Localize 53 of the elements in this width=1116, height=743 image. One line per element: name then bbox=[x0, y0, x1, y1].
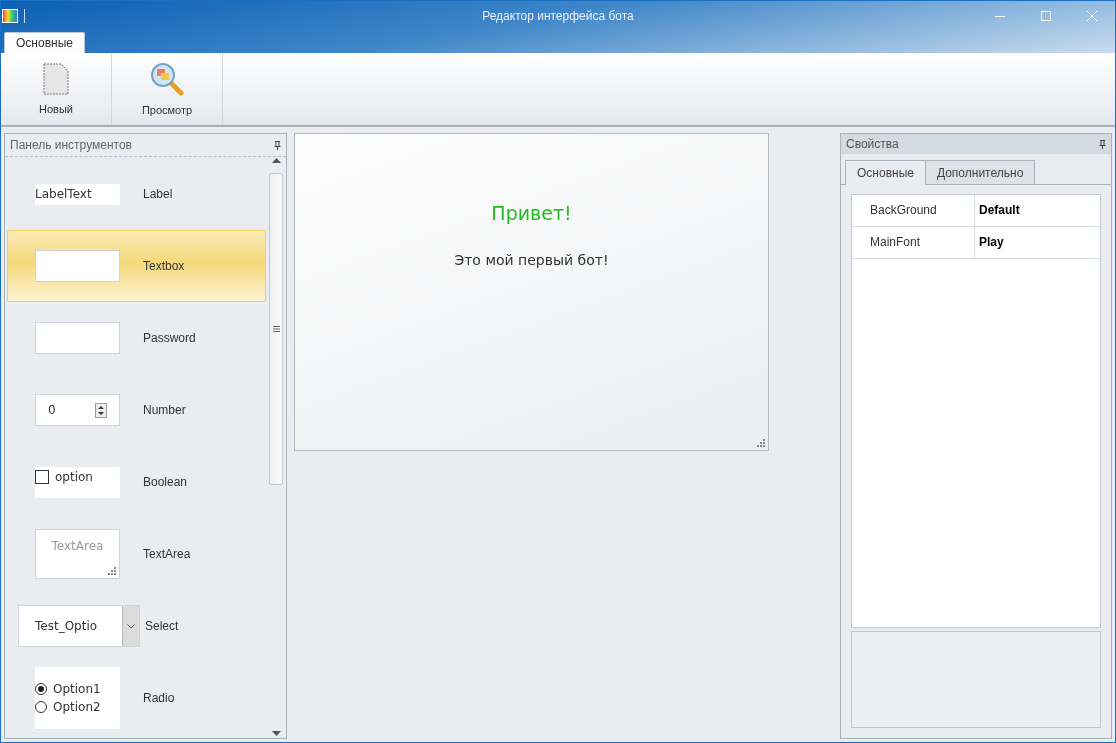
textarea-placeholder: TextArea bbox=[51, 539, 104, 553]
greeting-heading: Привет! bbox=[491, 202, 572, 224]
toolbox-item[interactable]: LabelText Label bbox=[7, 158, 266, 230]
spinner-icon bbox=[95, 402, 107, 418]
grip-icon bbox=[107, 566, 116, 575]
label-preview: LabelText bbox=[35, 183, 120, 205]
ribbon-button[interactable]: Новый bbox=[31, 59, 81, 119]
panel-title: Панель инструментов bbox=[10, 138, 132, 152]
scroll-up-icon[interactable] bbox=[271, 158, 281, 163]
resize-grip-icon bbox=[756, 438, 765, 447]
pin-icon[interactable] bbox=[1099, 139, 1106, 149]
caret-icon bbox=[127, 623, 135, 629]
ribbon-tab[interactable]: Основные bbox=[4, 32, 85, 53]
ribbon-button[interactable]: Просмотр bbox=[133, 58, 201, 120]
toolbox-item[interactable]: Test_Optio Select bbox=[7, 590, 266, 662]
property-name: MainFont bbox=[852, 227, 975, 258]
toolbox-item[interactable]: option Boolean bbox=[7, 446, 266, 518]
close-icon bbox=[1087, 11, 1097, 21]
item-label: Radio bbox=[143, 691, 175, 705]
radio-label: Option2 bbox=[53, 700, 101, 714]
item-label: Label bbox=[143, 187, 173, 201]
property-value[interactable]: Default bbox=[975, 195, 1020, 226]
maximize-icon bbox=[1041, 11, 1051, 21]
window-title: Редактор интерфейса бота bbox=[482, 9, 634, 23]
pin-icon[interactable] bbox=[274, 140, 281, 150]
item-label: Boolean bbox=[143, 475, 188, 489]
property-tab[interactable]: Основные bbox=[845, 160, 926, 185]
item-label: TextArea bbox=[143, 547, 191, 561]
item-label: Textbox bbox=[143, 259, 185, 273]
greeting-text: Это мой первый бот! bbox=[454, 252, 609, 268]
blank-page-icon bbox=[43, 63, 69, 95]
magnifier-icon bbox=[150, 62, 184, 96]
scrollbar-thumb[interactable] bbox=[269, 173, 283, 485]
item-label: Select bbox=[145, 619, 179, 633]
property-name: BackGround bbox=[852, 195, 975, 226]
toolbox-item[interactable]: Textbox bbox=[7, 230, 266, 302]
scroll-down-icon[interactable] bbox=[271, 731, 281, 736]
property-tab[interactable]: Дополнительно bbox=[924, 160, 1036, 184]
checkbox-label: option bbox=[55, 469, 93, 484]
grip-lines-icon bbox=[272, 326, 280, 332]
item-label: Password bbox=[143, 331, 196, 345]
item-label: Number bbox=[143, 403, 186, 417]
app-icon bbox=[2, 9, 18, 23]
toolbox-item[interactable]: 0 Number bbox=[7, 374, 266, 446]
number-field: 0 bbox=[35, 394, 120, 426]
toolbox-item[interactable]: TextArea TextArea bbox=[7, 518, 266, 590]
minimize-icon bbox=[995, 15, 1005, 17]
radio-label: Option1 bbox=[53, 682, 101, 696]
toolbox-item[interactable]: Option1 Option2 Radio bbox=[7, 662, 266, 734]
toolbox-item[interactable]: Password bbox=[7, 302, 266, 374]
property-value[interactable]: Play bbox=[975, 227, 1004, 258]
panel-title: Свойства bbox=[846, 137, 899, 151]
select-field: Test_Optio bbox=[18, 605, 140, 647]
